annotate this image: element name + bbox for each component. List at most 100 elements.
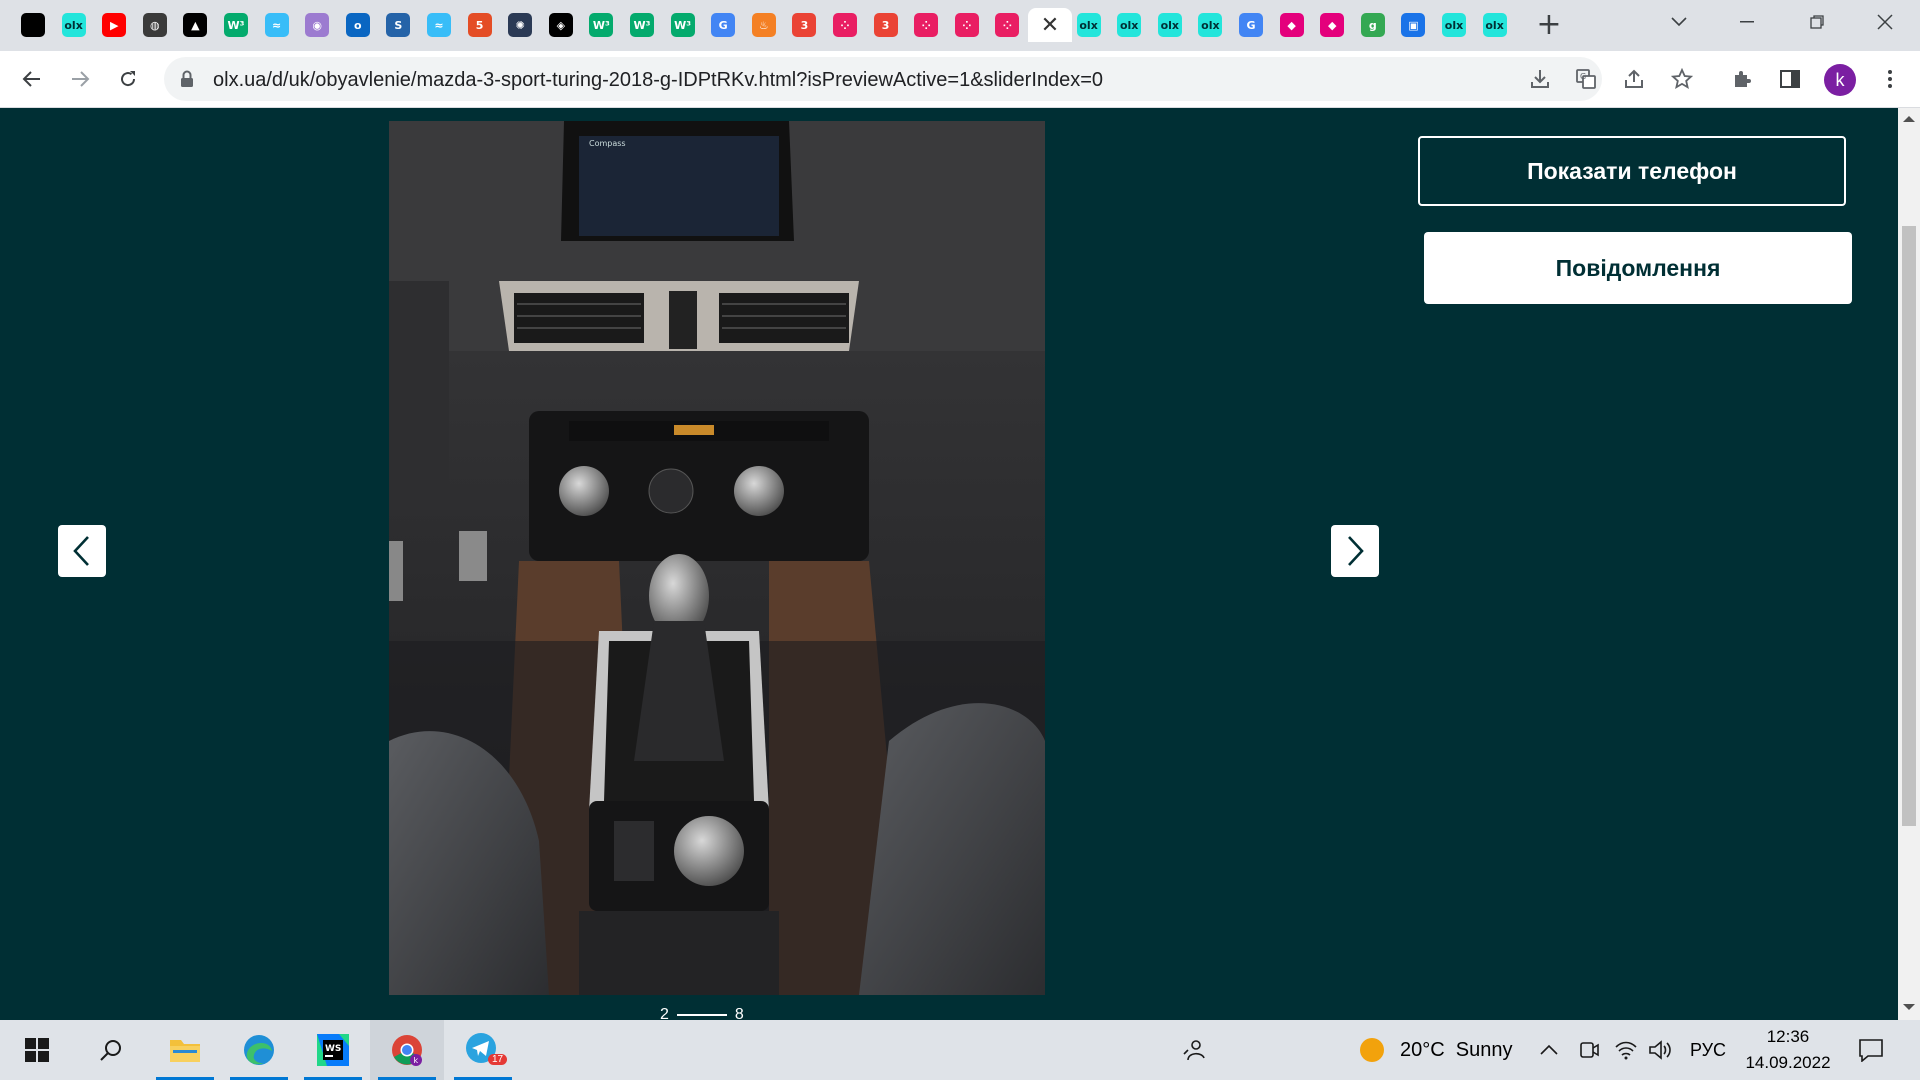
folder-icon (170, 1040, 200, 1062)
minimize-button[interactable] (1712, 0, 1782, 44)
notifications-icon[interactable] (1858, 1020, 1884, 1080)
previous-photo-button[interactable] (58, 525, 106, 577)
olx-icon: olx (1198, 13, 1223, 37)
tab-27[interactable]: olx (1109, 8, 1149, 42)
photo-counter-current: 2 (660, 1006, 669, 1020)
back-button[interactable] (16, 63, 48, 95)
chevron-right-icon (1348, 536, 1364, 566)
profile-avatar[interactable]: k (1824, 64, 1856, 96)
side-panel-icon[interactable] (1774, 63, 1806, 95)
tab-32[interactable]: ◆ (1312, 8, 1352, 42)
telegram-app[interactable]: 17 (446, 1020, 520, 1080)
new-tab-button[interactable]: + (1532, 9, 1566, 43)
restore-button[interactable] (1782, 0, 1852, 44)
tab-11[interactable]: 5 (460, 8, 500, 42)
tab-23[interactable]: ⁘ (947, 8, 987, 42)
tailwind-icon: ≈ (427, 13, 451, 37)
tab-5[interactable]: W³ (216, 8, 256, 42)
edge-app[interactable] (222, 1020, 296, 1080)
tab-12[interactable]: ✺ (500, 8, 540, 42)
photo-counter-divider (676, 1014, 727, 1016)
next-photo-button[interactable] (1331, 525, 1379, 577)
tab-28[interactable]: olx (1150, 8, 1190, 42)
url-text[interactable]: olx.ua/d/uk/obyavlenie/mazda-3-sport-tur… (213, 69, 1103, 92)
tab-6[interactable]: ≈ (257, 8, 297, 42)
tab-active[interactable]: ✕ (1028, 8, 1072, 42)
tab-17[interactable]: G (703, 8, 743, 42)
search-button[interactable] (74, 1020, 148, 1080)
tab-1[interactable]: olx (54, 8, 94, 42)
reload-button[interactable] (112, 63, 144, 95)
start-button[interactable] (0, 1020, 74, 1080)
tab-24[interactable]: ⁘ (987, 8, 1027, 42)
tab-22[interactable]: ⁘ (906, 8, 946, 42)
search-icon (100, 1040, 121, 1061)
tab-36[interactable]: olx (1475, 8, 1515, 42)
people-icon[interactable] (1182, 1020, 1206, 1080)
tab-14[interactable]: W³ (581, 8, 621, 42)
message-button[interactable]: Повідомлення (1424, 232, 1852, 304)
page-scrollbar[interactable] (1898, 108, 1920, 1020)
download-icon[interactable] (1524, 63, 1556, 95)
tab-20[interactable]: ⁘ (825, 8, 865, 42)
tab-3[interactable]: ◍ (135, 8, 175, 42)
tab-31[interactable]: ◆ (1272, 8, 1312, 42)
dots-icon: ⁘ (954, 13, 979, 37)
photo-counter: 2 8 (660, 1006, 744, 1020)
close-window-button[interactable] (1850, 0, 1920, 44)
webstorm-app[interactable]: WS (296, 1020, 370, 1080)
w3schools-icon: W³ (630, 13, 654, 37)
edge-browser-icon (244, 1035, 274, 1065)
tab-16[interactable]: W³ (663, 8, 703, 42)
tab-8[interactable]: o (338, 8, 378, 42)
svg-text:G: G (1580, 72, 1586, 81)
scroll-down-arrow-icon[interactable] (1903, 1004, 1915, 1010)
tab-4[interactable]: ▲ (175, 8, 215, 42)
lock-icon[interactable] (180, 70, 194, 93)
wifi-icon[interactable] (1614, 1020, 1638, 1080)
chevron-left-icon (73, 536, 89, 566)
chrome-app[interactable]: k (370, 1020, 444, 1080)
weather-text: 20°C Sunny (1400, 1038, 1513, 1061)
google-icon: G (1239, 13, 1263, 37)
tab-7[interactable]: ◉ (297, 8, 337, 42)
tab-21[interactable]: 3 (866, 8, 906, 42)
forward-button[interactable] (64, 63, 96, 95)
tab-search-chevron-icon[interactable] (1644, 0, 1714, 44)
tab-10[interactable]: ≈ (419, 8, 459, 42)
input-language-indicator[interactable]: РУС (1690, 1020, 1726, 1080)
svg-text:Compass: Compass (589, 139, 626, 148)
scrollbar-thumb[interactable] (1902, 226, 1916, 826)
translate-icon[interactable]: G (1570, 63, 1602, 95)
tab-30[interactable]: G (1231, 8, 1271, 42)
tab-34[interactable]: ▣ (1393, 8, 1433, 42)
svg-text:WS: WS (325, 1044, 341, 1054)
show-phone-button[interactable]: Показати телефон (1418, 136, 1846, 206)
show-hidden-icons-chevron-icon[interactable] (1540, 1020, 1558, 1080)
share-icon[interactable] (1618, 63, 1650, 95)
close-icon[interactable]: ✕ (1038, 13, 1062, 37)
weather-widget[interactable]: 20°C Sunny (1358, 1020, 1513, 1080)
meet-now-icon[interactable] (1578, 1020, 1600, 1080)
tab-9[interactable]: S (378, 8, 418, 42)
scroll-up-arrow-icon[interactable] (1903, 116, 1915, 122)
clock[interactable]: 12:36 14.09.2022 (1740, 1020, 1836, 1080)
tab-15[interactable]: W³ (622, 8, 662, 42)
tab-19[interactable]: 3 (784, 8, 824, 42)
extensions-icon[interactable] (1726, 63, 1758, 95)
menu-kebab-icon[interactable] (1874, 63, 1906, 95)
clock-time: 12:36 (1766, 1027, 1810, 1046)
tab-29[interactable]: olx (1190, 8, 1230, 42)
badge-icon: 3 (792, 13, 817, 37)
bookmark-star-icon[interactable] (1666, 63, 1698, 95)
volume-icon[interactable] (1648, 1020, 1672, 1080)
tab-33[interactable]: g (1353, 8, 1393, 42)
tab-18[interactable]: ♨ (744, 8, 784, 42)
file-explorer-app[interactable] (148, 1020, 222, 1080)
tab-0[interactable] (13, 8, 53, 42)
tab-2[interactable]: ▶ (94, 8, 134, 42)
tab-35[interactable]: olx (1434, 8, 1474, 42)
photo-counter-total: 8 (734, 1006, 744, 1020)
tab-13[interactable]: ◈ (541, 8, 581, 42)
tab-26[interactable]: olx (1069, 8, 1109, 42)
